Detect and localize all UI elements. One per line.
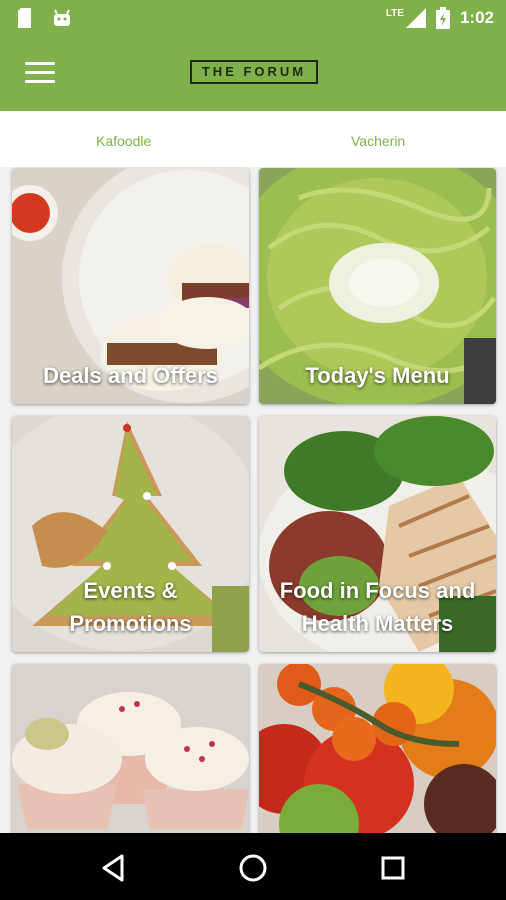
- card-todays-menu[interactable]: Today's Menu: [259, 168, 496, 404]
- signal-icon: [405, 8, 426, 28]
- menu-icon[interactable]: [25, 62, 55, 84]
- card-label: Events & Promotions: [69, 578, 192, 636]
- card-deals-and-offers[interactable]: Deals and Offers: [12, 168, 249, 404]
- back-icon[interactable]: [96, 851, 130, 885]
- android-icon: [54, 9, 70, 26]
- card-cupcakes[interactable]: [12, 664, 249, 833]
- card-events-and-promotions[interactable]: Events & Promotions: [12, 416, 249, 652]
- card-label: Today's Menu: [305, 363, 450, 388]
- home-icon[interactable]: [236, 851, 270, 885]
- venue-tabs: Kafoodle Vacherin: [0, 111, 506, 167]
- tomatoes-image: [259, 664, 496, 833]
- system-nav-bar: [0, 833, 506, 900]
- battery-charging-icon: [435, 7, 450, 29]
- tab-vacherin[interactable]: Vacherin: [351, 133, 405, 149]
- card-label: Deals and Offers: [43, 363, 218, 388]
- category-grid: Deals and Offers Today's Menu Events & P…: [0, 167, 506, 833]
- card-food-in-focus[interactable]: Food in Focus and Health Matters: [259, 416, 496, 652]
- sd-card-icon: [18, 8, 31, 28]
- status-bar: LTE 1:02: [0, 0, 506, 36]
- card-tomatoes[interactable]: [259, 664, 496, 833]
- recents-icon[interactable]: [376, 851, 410, 885]
- tab-kafoodle[interactable]: Kafoodle: [96, 133, 151, 149]
- app-logo: THE FORUM: [190, 60, 318, 84]
- card-label: Food in Focus and Health Matters: [279, 578, 476, 636]
- clock: 1:02: [459, 8, 494, 27]
- app-bar: THE FORUM: [0, 36, 506, 111]
- network-type-label: LTE: [385, 7, 404, 19]
- cupcakes-image: [12, 664, 249, 833]
